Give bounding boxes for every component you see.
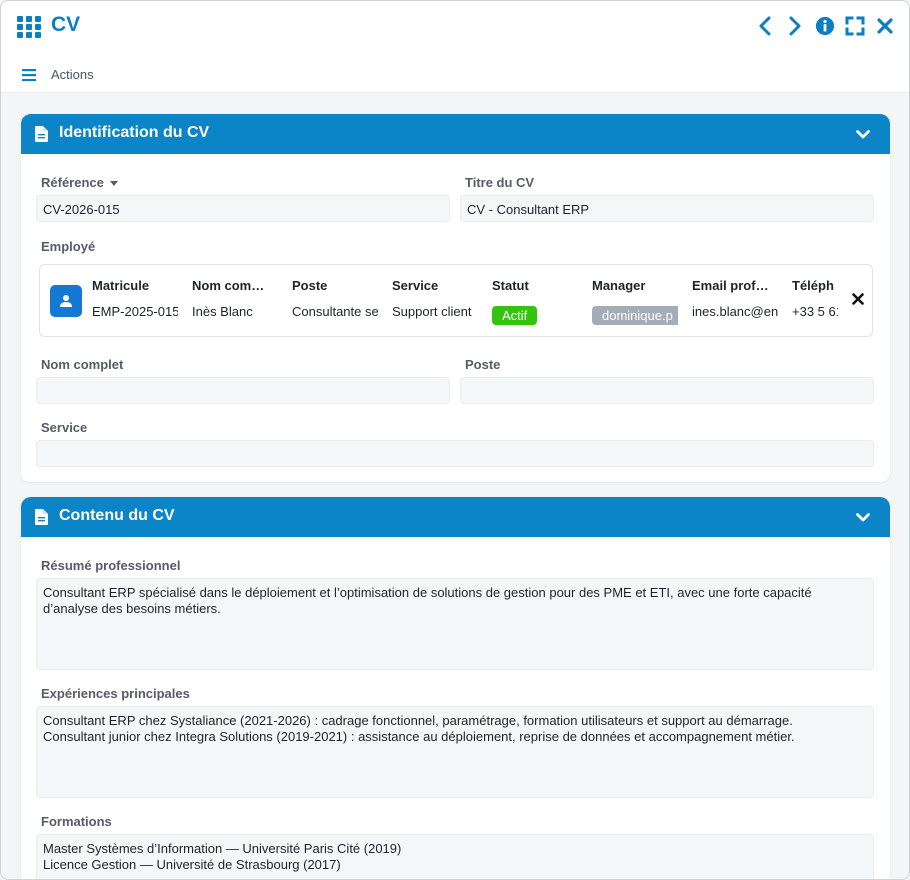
telephone-header: Téléph [792,278,834,293]
poste-header: Poste [292,278,328,293]
window-title: CV [51,13,81,36]
employee-service: Service Support client [392,265,482,338]
chevron-down-icon[interactable] [856,511,870,526]
info-icon[interactable] [815,14,835,38]
poste-value: Consultante senior [292,304,378,319]
nom-complet-label: Nom complet [41,357,124,372]
employee-card[interactable]: Matricule EMP-2025-015 Nom com… Inès Bla… [39,264,873,337]
statut-header: Statut [492,278,529,293]
window-controls [755,14,895,38]
resume-textarea[interactable]: Consultant ERP spécialisé dans le déploi… [36,578,874,670]
telephone-value: +33 5 61 [792,304,838,319]
grid-icon[interactable] [17,16,41,38]
caret-down-icon [109,181,118,187]
employe-label: Employé [41,239,96,254]
employee-nom: Nom com… Inès Blanc [192,265,278,338]
service-value: Support client [392,304,472,319]
matricule-value: EMP-2025-015 [92,304,178,319]
employee-manager: Manager dominique.p [592,265,678,338]
employee-matricule: Matricule EMP-2025-015 [92,265,178,338]
email-value: ines.blanc@entreprise.fr [692,304,778,319]
hamburger-icon[interactable] [22,69,36,82]
chevron-down-icon[interactable] [856,128,870,143]
panel-title: Identification du CV [59,124,210,141]
formations-textarea[interactable]: Master Systèmes d’Information — Universi… [36,834,874,879]
actions-menu[interactable]: Actions [51,67,94,82]
contenu-panel: Contenu du CV Résumé professionnel Consu… [21,497,890,879]
service-header: Service [392,278,439,293]
service-field[interactable] [36,440,874,467]
document-icon [35,509,48,528]
resume-label: Résumé professionnel [41,558,181,573]
panel-title: Contenu du CV [59,507,175,524]
manager-badge[interactable]: dominique.p [592,306,678,325]
contenu-header[interactable]: Contenu du CV [21,497,890,537]
nom-header: Nom com… [192,278,265,293]
chevron-left-icon[interactable] [755,14,775,38]
cv-window: CV Actions Identification du CV Référenc… [0,0,910,880]
experiences-label: Expériences principales [41,686,190,701]
formations-label: Formations [41,814,112,829]
manager-header: Manager [592,278,646,293]
action-bar: Actions [1,53,909,93]
experiences-textarea[interactable]: Consultant ERP chez Systaliance (2021-20… [36,706,874,798]
titre-field[interactable]: CV - Consultant ERP [460,195,874,222]
identification-header[interactable]: Identification du CV [21,114,890,154]
employee-poste: Poste Consultante senior [292,265,378,338]
title-bar: CV [1,1,909,53]
expand-icon[interactable] [845,14,865,38]
chevron-right-icon[interactable] [785,14,805,38]
user-icon [50,285,82,317]
titre-label: Titre du CV [465,175,535,190]
remove-employee-icon[interactable] [852,293,864,308]
document-icon [35,126,48,145]
nom-complet-field[interactable] [36,377,450,404]
email-header: Email prof… [692,278,769,293]
service-label: Service [41,420,88,435]
identification-panel: Identification du CV Référence CV-2026-0… [21,114,890,482]
poste-label: Poste [465,357,501,372]
reference-field[interactable]: CV-2026-015 [36,195,450,222]
employee-email: Email prof… ines.blanc@entreprise.fr [692,265,778,338]
status-badge: Actif [492,306,538,325]
close-icon[interactable] [875,14,895,38]
matricule-header: Matricule [92,278,150,293]
employee-statut: Statut Actif [492,265,582,338]
poste-field[interactable] [460,377,874,404]
reference-label[interactable]: Référence [41,175,118,190]
nom-value: Inès Blanc [192,304,253,319]
employee-telephone: Téléph +33 5 61 [792,265,838,338]
